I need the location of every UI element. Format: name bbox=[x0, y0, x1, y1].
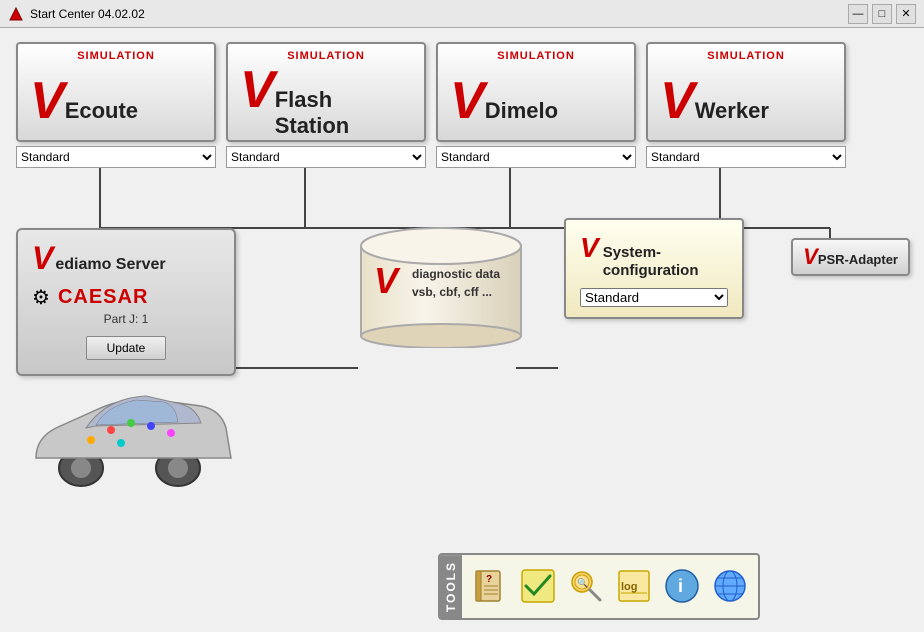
svg-text:i: i bbox=[678, 576, 683, 596]
svg-text:diagnostic data: diagnostic data bbox=[412, 267, 500, 281]
werker-name: Werker bbox=[695, 98, 769, 124]
svg-text:log: log bbox=[621, 581, 638, 593]
minimize-button[interactable]: — bbox=[848, 4, 868, 24]
dimelo-v-letter: V bbox=[450, 75, 485, 127]
flashstation-dropdown-wrap[interactable]: Standard bbox=[226, 146, 426, 168]
tools-icons: ? 🔍 bbox=[462, 562, 758, 610]
werker-v-letter: V bbox=[660, 75, 695, 127]
ecoute-dropdown[interactable]: Standard bbox=[16, 146, 216, 168]
werker-sim-label: SIMULATION bbox=[707, 50, 785, 62]
vediamo-v-letter: V bbox=[32, 240, 53, 277]
part-label: Part J: 1 bbox=[32, 312, 220, 326]
werker-box[interactable]: SIMULATION V Werker bbox=[646, 42, 846, 142]
title-bar-text: Start Center 04.02.02 bbox=[30, 7, 145, 21]
ecoute-box[interactable]: SIMULATION V Ecoute bbox=[16, 42, 216, 142]
search-icon[interactable]: 🔍 bbox=[566, 566, 606, 606]
log-icon[interactable]: log bbox=[614, 566, 654, 606]
dimelo-name: Dimelo bbox=[485, 98, 558, 124]
flashstation-v-text: V Flash Station bbox=[240, 64, 412, 139]
caesar-row: ⚙ CAESAR bbox=[32, 285, 220, 310]
caesar-icon: ⚙ bbox=[32, 285, 50, 310]
vediamo-server-box[interactable]: V ediamo Server ⚙ CAESAR Part J: 1 Updat… bbox=[16, 228, 236, 376]
help-book-icon[interactable]: ? bbox=[470, 566, 510, 606]
syscfg-name: System-configuration bbox=[603, 244, 699, 280]
tools-label: TOOLS bbox=[440, 555, 462, 618]
dimelo-v-text: V Dimelo bbox=[450, 75, 558, 127]
globe-icon[interactable] bbox=[710, 566, 750, 606]
dimelo-dropdown[interactable]: Standard bbox=[436, 146, 636, 168]
cylinder-svg: V diagnostic data vsb, cbf, cff ... bbox=[356, 218, 526, 348]
middle-section: V ediamo Server ⚙ CAESAR Part J: 1 Updat… bbox=[16, 228, 908, 488]
car-image-area bbox=[16, 368, 236, 488]
maximize-button[interactable]: □ bbox=[872, 4, 892, 24]
caesar-label: CAESAR bbox=[58, 286, 148, 309]
svg-text:vsb, cbf, cff ...: vsb, cbf, cff ... bbox=[412, 285, 492, 299]
vediamo-name: ediamo Server bbox=[55, 256, 165, 274]
ecoute-dropdown-wrap[interactable]: Standard bbox=[16, 146, 216, 168]
ecoute-v-text: V Ecoute bbox=[30, 75, 138, 127]
svg-text:?: ? bbox=[486, 574, 492, 585]
dimelo-sim-label: SIMULATION bbox=[497, 50, 575, 62]
checkmark-icon[interactable] bbox=[518, 566, 558, 606]
svg-text:V: V bbox=[374, 260, 401, 301]
syscfg-v-letter: V bbox=[580, 232, 599, 264]
flashstation-v-letter: V bbox=[240, 64, 275, 116]
ecoute-name: Ecoute bbox=[65, 98, 138, 124]
svg-text:🔍: 🔍 bbox=[577, 577, 588, 588]
dimelo-box[interactable]: SIMULATION V Dimelo bbox=[436, 42, 636, 142]
ecoute-sim-label: SIMULATION bbox=[77, 50, 155, 62]
syscfg-dropdown[interactable]: Standard bbox=[580, 288, 728, 307]
title-bar: Start Center 04.02.02 — □ ✕ bbox=[0, 0, 924, 28]
vediamo-title: V ediamo Server bbox=[32, 240, 220, 277]
syscfg-title: V System-configuration bbox=[580, 232, 728, 280]
info-icon[interactable]: i bbox=[662, 566, 702, 606]
werker-dropdown[interactable]: Standard bbox=[646, 146, 846, 168]
flashstation-name: Flash Station bbox=[275, 87, 412, 139]
car-svg bbox=[16, 368, 236, 488]
ecoute-v-letter: V bbox=[30, 75, 65, 127]
flashstation-dropdown[interactable]: Standard bbox=[226, 146, 426, 168]
title-bar-controls: — □ ✕ bbox=[848, 4, 916, 24]
system-configuration-box[interactable]: V System-configuration Standard bbox=[564, 218, 744, 319]
flashstation-box[interactable]: SIMULATION V Flash Station bbox=[226, 42, 426, 142]
syscfg-dropdown-wrap[interactable]: Standard bbox=[580, 288, 728, 307]
title-bar-left: Start Center 04.02.02 bbox=[8, 6, 145, 22]
dimelo-dropdown-wrap[interactable]: Standard bbox=[436, 146, 636, 168]
app-icon bbox=[8, 6, 24, 22]
dropdown-row: Standard Standard Standard Standard bbox=[16, 146, 908, 168]
main-content: SIMULATION V Ecoute SIMULATION V Flash S… bbox=[0, 28, 924, 632]
flashstation-sim-label: SIMULATION bbox=[287, 50, 365, 62]
diagnostic-cylinder-container[interactable]: V diagnostic data vsb, cbf, cff ... bbox=[356, 218, 526, 348]
top-row: SIMULATION V Ecoute SIMULATION V Flash S… bbox=[16, 42, 908, 142]
update-button[interactable]: Update bbox=[86, 336, 167, 360]
tools-bar: TOOLS ? bbox=[438, 553, 760, 620]
werker-dropdown-wrap[interactable]: Standard bbox=[646, 146, 846, 168]
werker-v-text: V Werker bbox=[660, 75, 769, 127]
close-button[interactable]: ✕ bbox=[896, 4, 916, 24]
diagnostic-cylinder: V diagnostic data vsb, cbf, cff ... bbox=[356, 218, 526, 348]
